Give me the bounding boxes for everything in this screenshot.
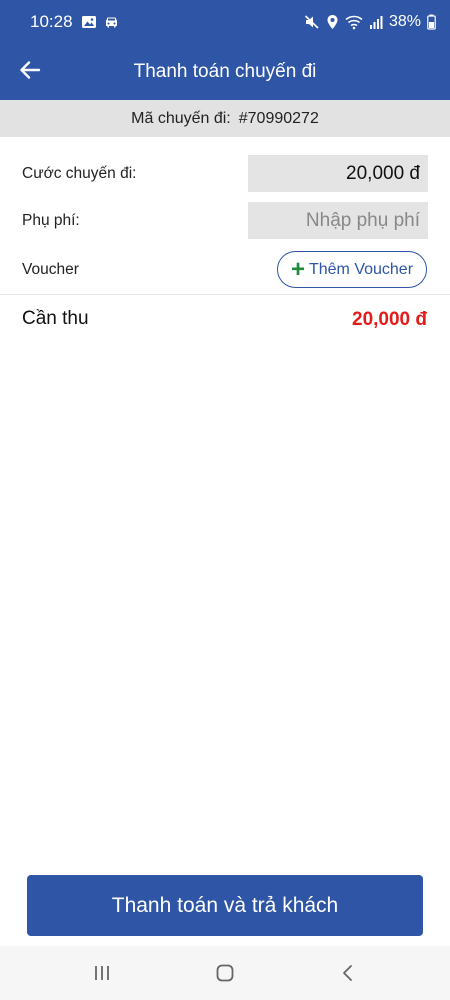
fare-value: 20,000 đ (346, 162, 420, 184)
car-notification-icon (105, 17, 117, 28)
fare-field: 20,000 đ (248, 155, 428, 192)
voucher-label: Voucher (22, 260, 79, 278)
trip-code-bar: Mã chuyến đi: #70990272 (0, 100, 450, 137)
battery-percent: 38% (388, 13, 421, 30)
surcharge-label: Phụ phí: (22, 211, 80, 229)
voucher-row: Voucher + Thêm Voucher (0, 251, 450, 288)
page-title: Thanh toán chuyến đi (133, 61, 317, 82)
status-system-icons: 38% (304, 13, 436, 31)
wifi-icon (345, 15, 363, 30)
fare-row: Cước chuyến đi: 20,000 đ (0, 155, 450, 192)
home-icon (216, 964, 234, 982)
status-notification-icons (81, 14, 120, 30)
back-button[interactable] (14, 54, 46, 86)
plus-icon: + (290, 255, 305, 283)
image-notification-icon (81, 16, 96, 28)
recent-apps-button[interactable] (82, 953, 122, 993)
total-value: 20,000 đ (352, 309, 427, 330)
location-icon (327, 15, 338, 29)
surcharge-row: Phụ phí: (0, 202, 450, 239)
trip-code-label: Mã chuyến đi: (131, 109, 231, 127)
app-bar: Thanh toán chuyến đi (0, 44, 450, 100)
add-voucher-label: Thêm Voucher (308, 260, 414, 278)
fare-label: Cước chuyến đi: (22, 164, 137, 182)
mute-icon (304, 15, 319, 29)
home-button[interactable] (205, 953, 245, 993)
system-nav-bar (0, 946, 450, 1000)
pay-and-drop-off-button[interactable]: Thanh toán và trả khách (27, 875, 423, 936)
signal-icon (369, 16, 383, 29)
status-time: 10:28 (30, 12, 73, 31)
chevron-left-icon (343, 965, 353, 981)
status-bar: 10:28 38% (0, 0, 450, 44)
trip-code-value: #70990272 (238, 109, 319, 127)
arrow-left-icon (20, 61, 41, 79)
total-label: Cần thu (22, 308, 89, 329)
recent-apps-icon (94, 966, 109, 980)
surcharge-input[interactable] (248, 209, 420, 232)
battery-icon (427, 14, 436, 30)
add-voucher-button[interactable]: + Thêm Voucher (277, 251, 427, 288)
system-back-button[interactable] (328, 953, 368, 993)
surcharge-field (248, 202, 428, 239)
divider (0, 294, 450, 295)
